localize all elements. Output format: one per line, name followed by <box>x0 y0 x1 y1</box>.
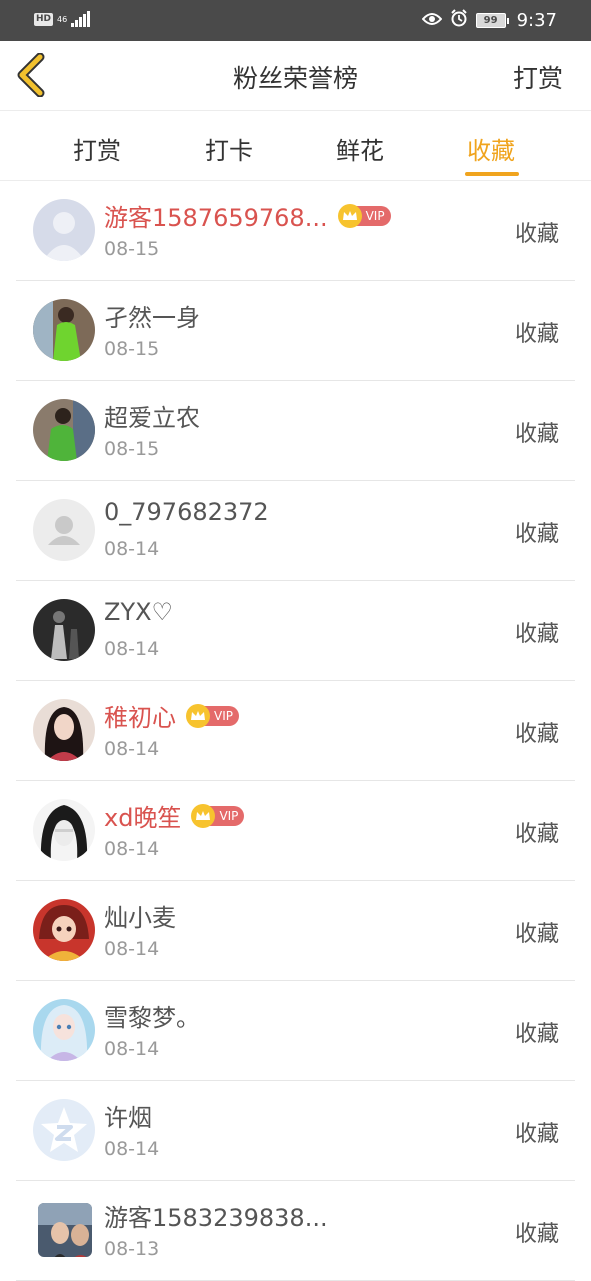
collect-label: 收藏 <box>514 322 559 347</box>
list-item[interactable]: 稚初心 VIP 08-14 收藏 <box>16 681 575 781</box>
tab-bar: 打赏 打卡 鲜花 收藏 <box>0 111 591 181</box>
anime-avatar[interactable] <box>33 999 95 1061</box>
network-type: 46 <box>57 14 68 24</box>
user-name: 超爱立农 <box>104 404 200 432</box>
fan-list: 游客1587659768... VIP 08-15 收藏 孑然一身 08-15 … <box>16 181 575 1281</box>
tab-checkin[interactable]: 打卡 <box>205 131 253 166</box>
crown-icon <box>186 703 210 728</box>
crown-icon <box>337 203 362 228</box>
tab-collect[interactable]: 收藏 <box>467 131 515 166</box>
gray-person-avatar[interactable] <box>33 499 95 561</box>
date: 08-14 <box>104 938 160 960</box>
list-item[interactable]: 孑然一身 08-15 收藏 <box>16 281 575 381</box>
list-item[interactable]: 超爱立农 08-15 收藏 <box>16 381 575 481</box>
collect-label: 收藏 <box>514 422 559 447</box>
tab-active-indicator <box>465 172 519 176</box>
collect-label: 收藏 <box>514 222 559 247</box>
crown-icon <box>191 803 216 828</box>
user-name: xd晚笙 <box>104 804 182 832</box>
status-left: HD 46 <box>34 11 91 27</box>
default-avatar[interactable] <box>33 199 95 261</box>
date: 08-14 <box>104 1038 160 1060</box>
vip-badge: VIP <box>337 203 391 228</box>
user-name: 孑然一身 <box>104 304 200 332</box>
battery-level: 99 <box>475 13 506 28</box>
date: 08-15 <box>104 438 160 460</box>
user-name: 游客1583239838... <box>104 1204 328 1232</box>
date: 08-14 <box>104 638 160 660</box>
user-name: 稚初心 <box>104 704 176 732</box>
collect-label: 收藏 <box>514 722 559 747</box>
anime-avatar[interactable] <box>33 899 95 961</box>
status-bar: HD 46 99 9:37 <box>0 0 591 41</box>
tab-reward[interactable]: 打赏 <box>73 131 121 166</box>
photo-avatar[interactable] <box>33 599 95 661</box>
eye-icon <box>421 10 442 31</box>
list-item[interactable]: 0_797682372 08-14 收藏 <box>16 481 575 581</box>
status-right: 99 9:37 <box>421 9 557 32</box>
page-title: 粉丝荣誉榜 <box>232 64 358 93</box>
collect-label: 收藏 <box>514 822 559 847</box>
user-name: 灿小麦 <box>104 904 176 932</box>
photo-avatar[interactable] <box>33 299 95 361</box>
vip-badge: VIP <box>186 703 239 728</box>
photo-avatar[interactable] <box>33 399 95 461</box>
list-item[interactable]: ZYX♡ 08-14 收藏 <box>16 581 575 681</box>
reward-button[interactable]: 打赏 <box>513 59 563 95</box>
tab-flowers[interactable]: 鲜花 <box>336 131 384 166</box>
date: 08-14 <box>104 738 160 760</box>
photo-avatar[interactable] <box>33 699 95 761</box>
user-name: 雪黎梦。 <box>104 1004 200 1032</box>
clock: 9:37 <box>516 10 557 31</box>
collect-label: 收藏 <box>514 1022 559 1047</box>
list-item[interactable]: 雪黎梦。 08-14 收藏 <box>16 981 575 1081</box>
collect-label: 收藏 <box>514 1222 559 1247</box>
header: 粉丝荣誉榜 打赏 <box>0 41 591 111</box>
date: 08-15 <box>104 238 160 260</box>
list-item[interactable]: 灿小麦 08-14 收藏 <box>16 881 575 981</box>
list-item[interactable]: xd晚笙 VIP 08-14 收藏 <box>16 781 575 881</box>
date: 08-14 <box>104 538 160 560</box>
battery-icon: 99 <box>475 13 509 28</box>
list-item[interactable]: 游客1583239838... 08-13 收藏 <box>16 1181 575 1281</box>
list-item[interactable]: 许烟 08-14 收藏 <box>16 1081 575 1181</box>
signal-icon <box>71 11 91 27</box>
vip-badge: VIP <box>191 803 245 828</box>
alarm-icon <box>450 9 468 32</box>
photo-avatar[interactable] <box>38 1203 92 1257</box>
user-name: 游客1587659768... <box>104 204 328 232</box>
collect-label: 收藏 <box>514 522 559 547</box>
collect-label: 收藏 <box>514 922 559 947</box>
hd-badge: HD <box>34 12 54 26</box>
user-name: 许烟 <box>104 1104 152 1132</box>
qq-star-avatar[interactable] <box>33 1099 95 1161</box>
collect-label: 收藏 <box>514 1122 559 1147</box>
list-item[interactable]: 游客1587659768... VIP 08-15 收藏 <box>16 181 575 281</box>
photo-avatar[interactable] <box>33 799 95 861</box>
date: 08-15 <box>104 338 160 360</box>
user-name: ZYX♡ <box>104 598 174 626</box>
date: 08-14 <box>104 1138 160 1160</box>
date: 08-13 <box>104 1238 160 1260</box>
date: 08-14 <box>104 838 160 860</box>
user-name: 0_797682372 <box>104 498 269 526</box>
collect-label: 收藏 <box>514 622 559 647</box>
